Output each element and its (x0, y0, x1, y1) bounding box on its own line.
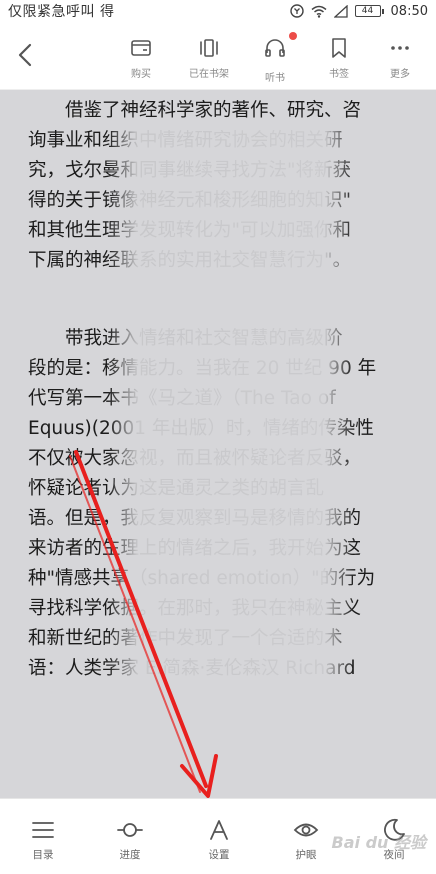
more-icon (391, 46, 409, 50)
more-label: 更多 (390, 69, 410, 80)
settings-label: 设置 (208, 849, 230, 861)
bookmark-button[interactable]: 书签 (314, 36, 364, 86)
bookmark-icon (332, 38, 346, 58)
more-button[interactable]: 更多 (375, 36, 425, 86)
reading-area[interactable]: 借鉴了神经科学家的著作、研究、咨 询事业和组织中情绪研究协会的相关研 究，戈尔曼… (0, 90, 436, 798)
buy-label: 购买 (131, 69, 151, 80)
reader-toolbar: 购买 已在书架 听书 书签 更多 (0, 22, 436, 90)
blurred-region (108, 118, 354, 790)
chevron-left-icon (18, 43, 32, 67)
wallet-icon (131, 40, 151, 56)
eye-icon (293, 823, 319, 837)
toc-label: 目录 (32, 849, 54, 861)
wifi-icon (311, 5, 327, 18)
eye-care-label: 护眼 (295, 849, 317, 861)
menu-icon (32, 822, 54, 838)
listen-label: 听书 (265, 73, 285, 84)
font-settings-icon (210, 820, 228, 840)
carrier-status-text: 仅限紧急呼叫 得 (8, 4, 115, 20)
progress-icon (117, 823, 143, 837)
battery-icon: 44 (354, 5, 384, 17)
headphones-icon (265, 39, 285, 57)
reader-bottom-bar: 目录 进度 设置 护眼 夜间 Bai du 经验 (0, 798, 436, 874)
clock: 08:50 (390, 3, 428, 19)
bookshelf-button[interactable]: 已在书架 (184, 36, 234, 86)
cellular-icon (333, 4, 348, 18)
bookmark-label: 书签 (329, 69, 349, 80)
progress-label: 进度 (119, 849, 141, 861)
listen-badge (289, 32, 297, 40)
back-button[interactable] (10, 40, 40, 70)
bookshelf-icon (200, 39, 218, 57)
status-bar: 仅限紧急呼叫 得 44 08:50 (0, 0, 436, 22)
battery-level: 44 (354, 5, 381, 17)
toc-button[interactable]: 目录 (13, 817, 73, 862)
eye-care-button[interactable]: 护眼 (276, 817, 336, 862)
watermark: Bai du 经验 (331, 833, 426, 852)
buy-button[interactable]: 购买 (116, 36, 166, 86)
listen-button[interactable]: 听书 (250, 32, 300, 86)
settings-button[interactable]: 设置 (189, 817, 249, 862)
status-icons: 44 08:50 (289, 3, 428, 19)
bookshelf-label: 已在书架 (189, 69, 229, 80)
progress-button[interactable]: 进度 (100, 817, 160, 862)
nfc-icon (289, 4, 304, 18)
